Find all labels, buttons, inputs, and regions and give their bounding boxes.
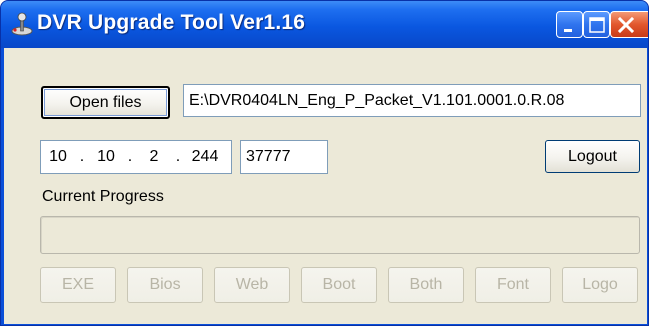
maximize-icon (589, 17, 605, 33)
joystick-icon (11, 12, 33, 36)
maximize-button[interactable] (583, 11, 610, 38)
font-upgrade-button[interactable]: Font (475, 267, 551, 303)
progress-label: Current Progress (42, 188, 164, 205)
ip-separator: . (127, 148, 133, 165)
ip-octet: 10 (49, 148, 67, 165)
progress-bar (40, 216, 640, 254)
ip-address-field[interactable]: 10 . 10 . 2 . 244 (40, 140, 232, 174)
boot-upgrade-button[interactable]: Boot (301, 267, 377, 303)
ip-octet: 10 (97, 148, 115, 165)
close-button[interactable] (610, 11, 648, 38)
exe-upgrade-button[interactable]: EXE (40, 267, 116, 303)
app-window: DVR Upgrade Tool Ver1.16 Open files E:\D… (0, 0, 649, 326)
logo-upgrade-button[interactable]: Logo (562, 267, 638, 303)
open-files-button[interactable]: Open files (41, 86, 170, 119)
ip-octet: 2 (149, 148, 159, 165)
minimize-icon (564, 29, 572, 32)
port-field[interactable]: 37777 (240, 140, 328, 174)
window-title: DVR Upgrade Tool Ver1.16 (37, 11, 306, 34)
web-upgrade-button[interactable]: Web (214, 267, 290, 303)
ip-separator: . (175, 148, 181, 165)
ip-octet: 244 (191, 148, 219, 165)
ip-separator: . (79, 148, 85, 165)
logout-button[interactable]: Logout (545, 140, 640, 173)
title-bar[interactable]: DVR Upgrade Tool Ver1.16 (1, 1, 648, 48)
close-icon (617, 16, 635, 34)
minimize-button[interactable] (556, 11, 583, 38)
both-upgrade-button[interactable]: Both (388, 267, 464, 303)
file-path-field[interactable]: E:\DVR0404LN_Eng_P_Packet_V1.101.0001.0.… (183, 84, 641, 117)
bios-upgrade-button[interactable]: Bios (127, 267, 203, 303)
client-area: Open files E:\DVR0404LN_Eng_P_Packet_V1.… (4, 48, 647, 324)
